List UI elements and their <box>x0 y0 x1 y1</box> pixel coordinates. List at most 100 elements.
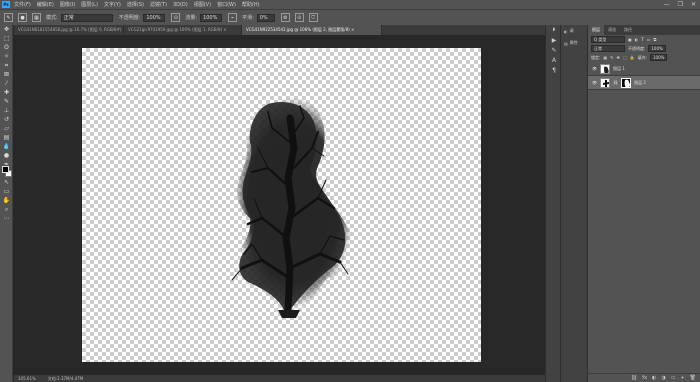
move-tool-icon[interactable]: ✥ <box>0 25 13 34</box>
brush-tool-icon[interactable]: ✎ <box>4 13 13 22</box>
layer-style-icon[interactable]: fx <box>642 375 647 381</box>
fill-field[interactable]: 100% <box>649 54 668 61</box>
new-group-icon[interactable]: ▭ <box>671 375 676 381</box>
tab-channels[interactable]: 通道 <box>604 25 620 35</box>
eyedropper-tool-icon[interactable]: ⁄ <box>0 79 13 88</box>
marquee-tool-icon[interactable]: ⬚ <box>0 34 13 43</box>
layers-panel: 图层 通道 路径 Q 类型 ▣ ◐ T ▭ ⧉ 正常 不透明度: 100% 锁定… <box>588 25 700 382</box>
properties-tab[interactable]: ▤ 属性 <box>561 37 587 49</box>
menu-filter[interactable]: 滤镜(T) <box>150 1 167 8</box>
airbrush-icon[interactable]: ⌁ <box>228 13 238 22</box>
tab-layers[interactable]: 图层 <box>588 25 604 35</box>
filter-type-icon[interactable]: T <box>641 37 643 42</box>
document-canvas[interactable] <box>82 48 481 362</box>
adjustment-layer-icon[interactable]: ◑ <box>661 375 665 381</box>
character-icon[interactable]: A <box>546 55 562 65</box>
smooth-settings-icon[interactable]: ⚙ <box>280 13 290 22</box>
new-layer-icon[interactable]: + <box>680 375 684 381</box>
brush-panel-icon[interactable]: ✎ <box>546 45 562 55</box>
lasso-tool-icon[interactable]: ʘ <box>0 43 13 52</box>
menu-window[interactable]: 窗口(W) <box>217 1 236 8</box>
zoom-tool-icon[interactable]: ⌕ <box>0 205 13 214</box>
opacity-field[interactable]: 100% <box>143 13 166 22</box>
brush-settings-icon[interactable]: ▦ <box>32 13 41 22</box>
doc-tab-2[interactable]: VCG21gic9741959.jpg @ 100% (图层 1, RGB/8)… <box>124 25 242 35</box>
close-icon[interactable]: ✕ <box>691 1 696 8</box>
tab-paths[interactable]: 路径 <box>620 25 636 35</box>
lock-pixels-icon[interactable]: ▦ <box>603 55 607 60</box>
doc-tab-1[interactable]: VCG41N6181554858.jpg @ 16.7% (图层 0, RGB/… <box>14 25 124 35</box>
blend-mode-select[interactable]: 正常 <box>591 45 625 52</box>
layer-row-1[interactable]: 👁 图层 1 <box>588 62 700 76</box>
adjustments-tab[interactable]: ◐ 调 <box>561 25 587 37</box>
visibility-eye-icon[interactable]: 👁 <box>592 80 597 85</box>
adjustments-label: 调 <box>569 28 574 33</box>
mode-select[interactable]: 正常 <box>60 13 113 22</box>
history-icon[interactable]: ⏵ <box>546 25 562 35</box>
foreground-color-swatch[interactable] <box>2 166 9 173</box>
menu-type[interactable]: 文字(Y) <box>104 1 121 8</box>
lock-position-icon[interactable]: ✥ <box>617 55 620 60</box>
filter-shape-icon[interactable]: ▭ <box>647 37 651 42</box>
link-layers-icon[interactable]: ⛓ <box>631 375 637 381</box>
menu-3d[interactable]: 3D(D) <box>173 2 188 8</box>
layer-opacity-field[interactable]: 100% <box>648 45 666 52</box>
shape-tool-icon[interactable]: ▭ <box>0 187 13 196</box>
hand-tool-icon[interactable]: ✋ <box>0 196 13 205</box>
pressure-size-icon[interactable]: ⊙ <box>294 13 304 22</box>
brush-preset-icon[interactable]: ● <box>18 13 27 22</box>
actions-icon[interactable]: ▶ <box>546 35 562 45</box>
chain-link-icon[interactable]: ⛓ <box>613 80 618 85</box>
zoom-level[interactable]: 105.61% <box>18 376 36 381</box>
layer-kind-filter[interactable]: Q 类型 <box>591 36 625 43</box>
lock-artboard-icon[interactable]: ⬚ <box>623 55 627 60</box>
layer-row-2[interactable]: 👁 ⛓ 图层 2 <box>588 76 700 90</box>
layer-thumbnail <box>600 63 611 74</box>
doc-tab-3[interactable]: VCG41N922534542.jpg @ 106% (图层 2, 图层蒙版/8… <box>242 25 382 35</box>
minimize-icon[interactable]: — <box>664 1 670 8</box>
status-bar: 105.61% 文档:2.37M/4.47M <box>14 375 545 382</box>
flow-field[interactable]: 100% <box>200 13 223 22</box>
menu-help[interactable]: 帮助(H) <box>242 1 260 8</box>
eraser-tool-icon[interactable]: ▱ <box>0 124 13 133</box>
frame-tool-icon[interactable]: ⊠ <box>0 70 13 79</box>
blend-row: 正常 不透明度: 100% <box>588 44 700 53</box>
menu-view[interactable]: 视图(V) <box>194 1 211 8</box>
healing-tool-icon[interactable]: ✚ <box>0 88 13 97</box>
menu-file[interactable]: 文件(F) <box>14 1 31 8</box>
doc-size: 文档:2.37M/4.47M <box>47 375 84 381</box>
path-select-tool-icon[interactable]: ↖ <box>0 178 13 187</box>
mode-label: 模式: <box>46 15 58 21</box>
gradient-tool-icon[interactable]: ▤ <box>0 133 13 142</box>
tools-panel: ✥ ⬚ ʘ ✧ ⌗ ⊠ ⁄ ✚ ✎ ⊥ ↺ ▱ ▤ 💧 ● ✒ T ↖ ▭ ✋ … <box>0 25 13 382</box>
smooth-field[interactable]: 0% <box>256 13 275 22</box>
quick-select-tool-icon[interactable]: ✧ <box>0 52 13 61</box>
visibility-eye-icon[interactable]: 👁 <box>592 66 597 71</box>
paragraph-icon[interactable]: ¶ <box>546 65 562 75</box>
layer-mask-thumbnail[interactable] <box>621 77 632 88</box>
canvas-area[interactable] <box>14 35 545 375</box>
layers-panel-tabs: 图层 通道 路径 <box>588 25 700 35</box>
filter-adjust-icon[interactable]: ◐ <box>635 37 639 42</box>
symmetry-icon[interactable]: ⛉ <box>308 13 318 22</box>
clone-stamp-tool-icon[interactable]: ⊥ <box>0 106 13 115</box>
dodge-tool-icon[interactable]: ● <box>0 151 13 160</box>
lock-paint-icon[interactable]: ✎ <box>610 55 613 60</box>
restore-icon[interactable]: ❐ <box>678 1 683 8</box>
lock-all-icon[interactable]: 🔒 <box>630 55 635 60</box>
crop-tool-icon[interactable]: ⌗ <box>0 61 13 70</box>
pressure-opacity-icon[interactable]: ⊙ <box>171 13 181 22</box>
add-mask-icon[interactable]: ◐ <box>652 375 656 381</box>
menu-layer[interactable]: 图层(L) <box>81 1 98 8</box>
menu-select[interactable]: 选择(S) <box>127 1 144 8</box>
filter-smart-icon[interactable]: ⧉ <box>654 37 657 42</box>
brush-tool-icon[interactable]: ✎ <box>0 97 13 106</box>
more-tools-icon[interactable]: ⋯ <box>0 214 13 223</box>
menu-edit[interactable]: 编辑(E) <box>37 1 54 8</box>
smooth-label: 平滑: <box>242 15 254 21</box>
delete-layer-icon[interactable]: 🗑 <box>690 375 696 381</box>
menu-image[interactable]: 图像(I) <box>60 1 75 8</box>
history-brush-tool-icon[interactable]: ↺ <box>0 115 13 124</box>
filter-pixel-icon[interactable]: ▣ <box>628 37 632 42</box>
blur-tool-icon[interactable]: 💧 <box>0 142 13 151</box>
